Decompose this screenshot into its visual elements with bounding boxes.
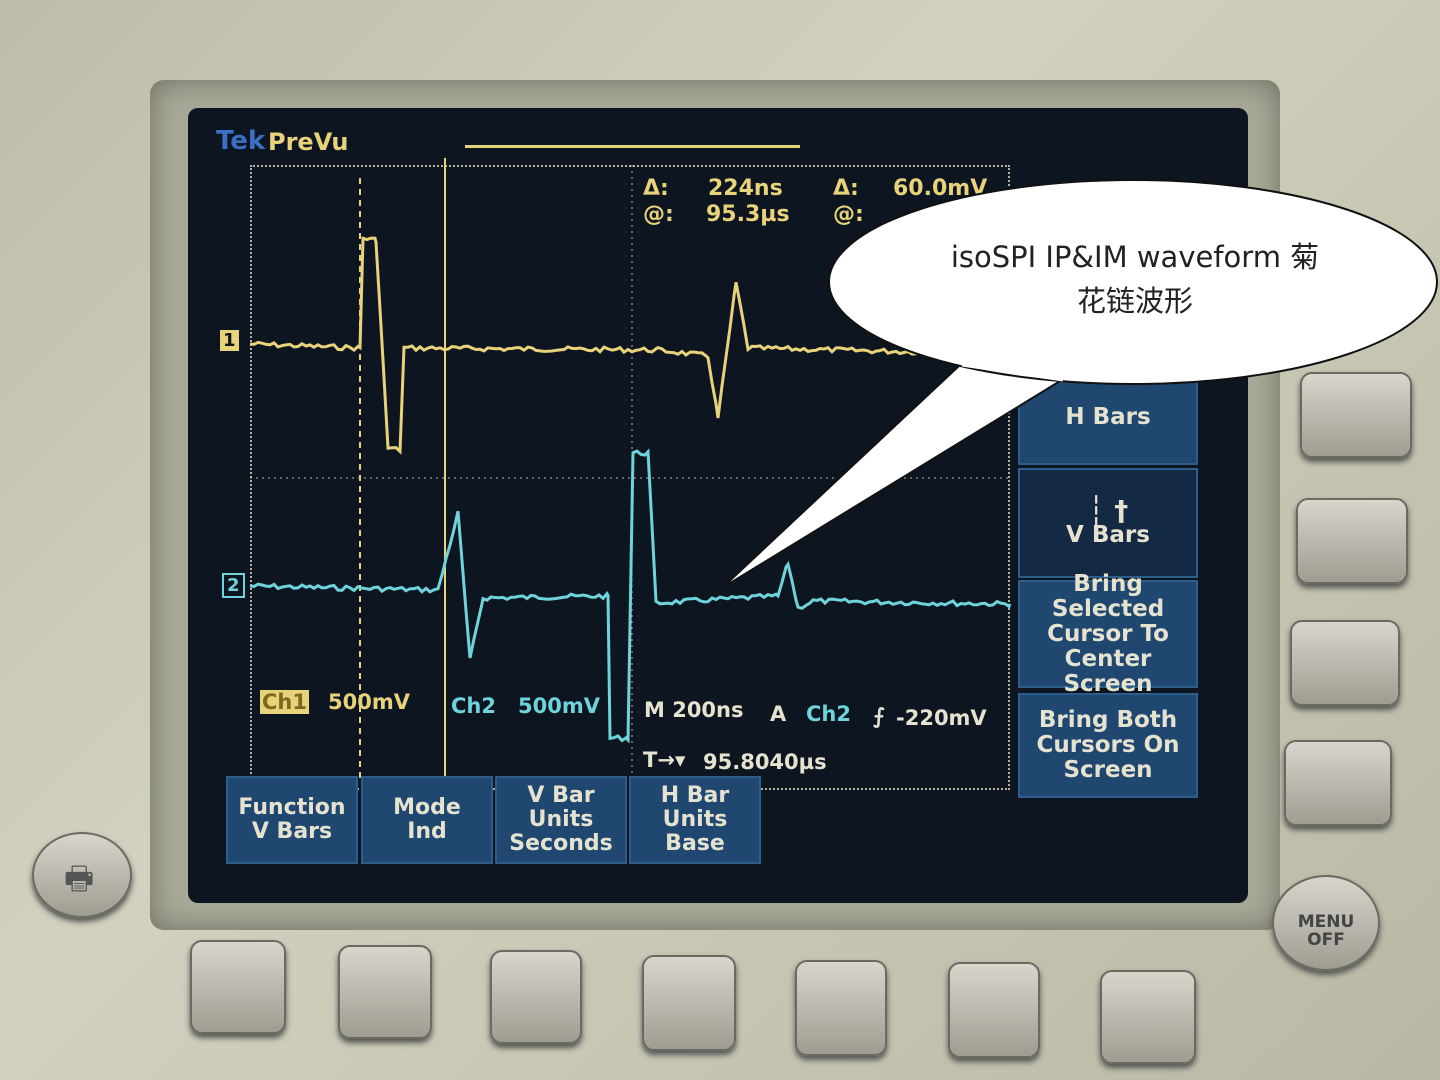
callout-text: isoSPI IP&IM waveform 菊花链波形 [950,240,1320,318]
callout-bubble [721,179,1438,589]
